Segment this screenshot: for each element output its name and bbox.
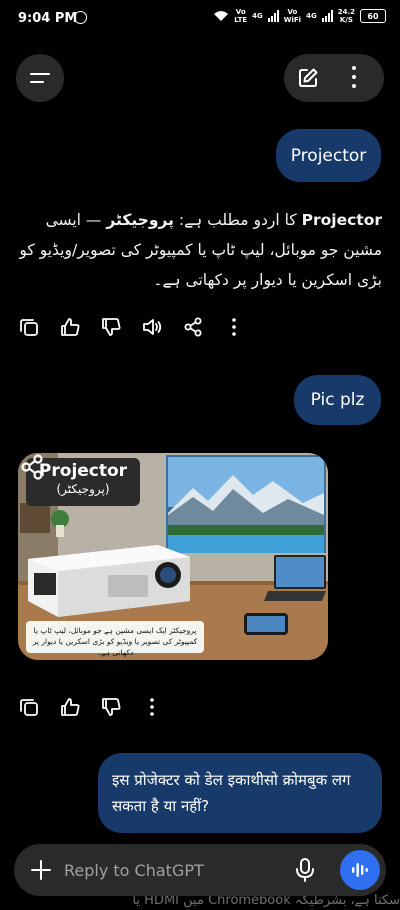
network-4g-1: 4G	[252, 12, 263, 20]
microphone-icon[interactable]	[294, 858, 316, 882]
thumbs-up-icon[interactable]	[59, 316, 81, 338]
status-time: 9:04 PM	[18, 11, 78, 26]
image-caption: پروجیکٹر ایک ایسی مشین ہے جو موبائل، لیپ…	[26, 621, 204, 657]
network-speed: 24.2 K/S	[337, 8, 355, 24]
image-subtitle: (پروجیکٹر)	[56, 482, 110, 496]
urdu-term: پروجیکٹر	[106, 211, 174, 229]
copy-icon[interactable]	[18, 316, 40, 338]
more-icon[interactable]	[223, 316, 245, 338]
generated-image[interactable]: Projector (پروجیکٹر) پروجیکٹر ایک ایسی م…	[18, 453, 328, 660]
more-vertical-icon[interactable]	[351, 66, 357, 90]
signal-icon-2	[321, 10, 333, 22]
user-message-bubble: Projector	[276, 129, 381, 182]
english-term: Projector	[301, 211, 382, 229]
image-actions	[18, 696, 163, 718]
wifi-icon	[214, 11, 229, 21]
more-icon[interactable]	[141, 696, 163, 718]
sidebar-menu-button[interactable]	[16, 54, 64, 102]
thumbs-up-icon[interactable]	[59, 696, 81, 718]
assistant-message: Projector کا اردو مطلب ہے: پروجیکٹر — ای…	[18, 205, 382, 295]
user-message-bubble: Pic plz	[294, 375, 381, 425]
edit-icon[interactable]	[297, 67, 319, 89]
copy-icon[interactable]	[18, 696, 40, 718]
speaker-icon[interactable]	[141, 316, 163, 338]
vo-wifi-label: Vo WiFi	[283, 8, 302, 24]
user-message-bubble: इस प्रोजेक्टर को डेल इकाथीसो क्रोमबुक लग…	[98, 753, 382, 833]
share-icon[interactable]	[182, 316, 204, 338]
composer	[14, 844, 386, 896]
header-actions	[284, 54, 384, 102]
vo-lte-label: Vo LTE	[234, 8, 248, 24]
message-input[interactable]	[64, 859, 284, 881]
message-actions	[18, 316, 245, 338]
voice-mode-button[interactable]	[340, 850, 380, 890]
thumbs-down-icon[interactable]	[100, 316, 122, 338]
network-4g-2: 4G	[306, 12, 317, 20]
whatsapp-icon	[74, 11, 87, 24]
thumbs-down-icon[interactable]	[100, 696, 122, 718]
waveform-icon	[352, 863, 368, 877]
status-icons: Vo LTE 4G Vo WiFi 4G 24.2 K/S 60	[213, 8, 386, 24]
plus-icon[interactable]	[30, 859, 52, 881]
urdu-prefix: کا اردو مطلب ہے:	[173, 211, 297, 229]
status-bar: 9:04 PM Vo LTE 4G Vo WiFi 4G 24.2 K/S 60	[0, 0, 400, 38]
image-share-icon[interactable]	[18, 453, 46, 481]
signal-icon-1	[267, 10, 279, 22]
battery-icon: 60	[360, 9, 386, 23]
